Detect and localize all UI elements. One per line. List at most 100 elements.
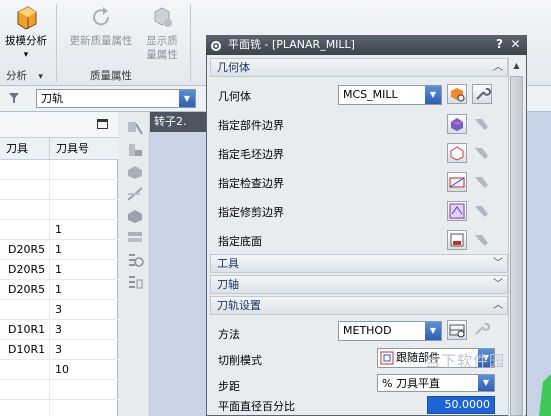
- gear-icon[interactable]: [210, 39, 222, 51]
- part-boundary-row-select-button[interactable]: [447, 114, 467, 134]
- chevron-down-icon[interactable]: ﹀: [493, 255, 503, 272]
- part-boundary-row-display-button[interactable]: [472, 114, 492, 134]
- floor-plane-row-display-button[interactable]: [472, 230, 492, 250]
- maximize-icon[interactable]: [97, 119, 108, 129]
- column-header-tool[interactable]: 刀具: [0, 138, 50, 160]
- cell-tool-number: 1: [55, 243, 62, 256]
- check-boundary-row-display-button[interactable]: [472, 172, 492, 192]
- section-geometry[interactable]: 几何体 ︿: [210, 58, 508, 77]
- check-boundary-icon: [449, 177, 465, 188]
- group-analysis-label: 分析 ▾: [6, 68, 43, 83]
- section-tool-axis[interactable]: 刀轴 ﹀: [210, 275, 508, 294]
- table-row[interactable]: 10: [0, 360, 118, 380]
- blank-boundary-row-display-button[interactable]: [472, 143, 492, 163]
- cell-tool: [0, 180, 50, 200]
- tool-icon[interactable]: [126, 120, 144, 136]
- group-analysis-text: 分析: [6, 70, 27, 82]
- draft-analysis-dropdown-arrow[interactable]: ▾: [0, 48, 52, 62]
- output-icon[interactable]: [126, 274, 144, 290]
- table-row[interactable]: [0, 380, 118, 400]
- section-path-settings-label: 刀轨设置: [217, 299, 261, 312]
- table-row[interactable]: 3: [0, 300, 118, 320]
- toolpath-combo-value: 刀轨: [41, 92, 63, 105]
- axis-icon[interactable]: [126, 186, 144, 202]
- plane-diameter-percent-input[interactable]: 50.0000: [427, 396, 495, 414]
- group-analysis-arrow[interactable]: ▾: [38, 72, 43, 82]
- chevron-down-icon[interactable]: ▼: [478, 375, 494, 391]
- table-row[interactable]: [0, 200, 118, 220]
- geometry-label: 几何体: [218, 90, 251, 103]
- part-boundary-row-label: 指定部件边界: [218, 119, 284, 132]
- refresh-quality-button[interactable]: 更新质量属性: [62, 4, 140, 48]
- watermark: 当下软件园: [425, 352, 506, 370]
- dialog-titlebar[interactable]: 平面铣 - [PLANAR_MILL] ? ✕: [206, 35, 527, 55]
- cell-tool: [0, 200, 50, 220]
- section-path-settings[interactable]: 刀轨设置 ︿: [210, 296, 508, 315]
- chevron-down-icon[interactable]: ▼: [425, 86, 441, 104]
- close-button[interactable]: ✕: [508, 37, 523, 52]
- chevron-down-icon[interactable]: ﹀: [493, 276, 503, 293]
- scrollbar-thumb[interactable]: [510, 76, 523, 416]
- chevron-up-icon[interactable]: ︿: [493, 59, 503, 76]
- section-geometry-label: 几何体: [217, 61, 250, 74]
- flashlight-icon: [475, 235, 488, 246]
- toolpath-filter-icon[interactable]: [6, 90, 22, 106]
- refresh-icon: [93, 7, 110, 26]
- flashlight-icon: [475, 119, 488, 130]
- table-row[interactable]: [0, 160, 118, 180]
- edit-method-button[interactable]: [472, 320, 492, 340]
- check-boundary-row-select-button[interactable]: [447, 172, 467, 192]
- tab-rotor-part[interactable]: 转子2.: [150, 112, 208, 132]
- column-header-tool-number[interactable]: 刀具号: [50, 138, 118, 160]
- table-row[interactable]: D20R5 1: [0, 240, 118, 260]
- chevron-up-icon[interactable]: ︿: [493, 297, 503, 314]
- method-select-value: METHOD: [343, 324, 392, 337]
- cell-tool-number: 1: [55, 283, 62, 296]
- step-select[interactable]: % 刀具平直 ▼: [377, 374, 495, 392]
- table-row[interactable]: [0, 180, 118, 200]
- chevron-down-icon[interactable]: ▼: [179, 90, 195, 107]
- method-label: 方法: [218, 328, 240, 341]
- graphics-viewport-edge: [527, 112, 551, 416]
- graphics-area: [150, 112, 210, 416]
- table-row[interactable]: D10R1 3: [0, 340, 118, 360]
- toolpath-combo[interactable]: 刀轨 ▼: [36, 89, 196, 108]
- floor-plane-row-select-button[interactable]: [447, 230, 467, 250]
- blank-boundary-row-select-button[interactable]: [447, 143, 467, 163]
- table-row[interactable]: D20R5 1: [0, 280, 118, 300]
- new-method-button[interactable]: [447, 320, 467, 340]
- wrench-icon: [476, 87, 491, 100]
- table-row[interactable]: D10R1 3: [0, 320, 118, 340]
- new-geometry-button[interactable]: [447, 84, 467, 104]
- part-icon[interactable]: [126, 164, 144, 180]
- section-tool[interactable]: 工具 ﹀: [210, 254, 508, 273]
- new-geometry-icon: [451, 88, 465, 102]
- table-row[interactable]: D20R5 1: [0, 260, 118, 280]
- draft-analysis-label: 拔模分析: [5, 35, 47, 47]
- wrench-icon: [475, 322, 490, 335]
- part-boundary-icon: [451, 118, 463, 131]
- trim-boundary-row-select-button[interactable]: [447, 201, 467, 221]
- block-icon[interactable]: [126, 208, 144, 224]
- help-button[interactable]: ?: [492, 37, 507, 52]
- draft-analysis-button[interactable]: 拔模分析 ▾: [0, 4, 52, 62]
- mill-icon[interactable]: [126, 142, 144, 158]
- scroll-up-icon[interactable]: ▲: [510, 59, 523, 73]
- cell-tool: D20R5: [0, 260, 50, 280]
- edit-geometry-button[interactable]: [472, 84, 492, 104]
- show-quality-button[interactable]: 显示质量属性: [140, 4, 184, 62]
- refresh-quality-label: 更新质量属性: [69, 35, 133, 47]
- cell-tool-number: 10: [55, 363, 69, 376]
- table-panel-header: [0, 112, 118, 138]
- flashlight-icon: [475, 148, 488, 159]
- cell-tool-number: 1: [55, 223, 62, 236]
- trim-boundary-row-display-button[interactable]: [472, 201, 492, 221]
- geometry-select[interactable]: MCS_MILL ▼: [338, 85, 442, 105]
- chevron-down-icon[interactable]: ▼: [425, 322, 441, 340]
- method-select[interactable]: METHOD ▼: [338, 321, 442, 341]
- section-tool-axis-label: 刀轴: [217, 278, 239, 291]
- stack-icon[interactable]: [126, 230, 144, 246]
- regenerate-icon[interactable]: [126, 252, 144, 268]
- table-row[interactable]: [0, 400, 118, 416]
- table-row[interactable]: 1: [0, 220, 118, 240]
